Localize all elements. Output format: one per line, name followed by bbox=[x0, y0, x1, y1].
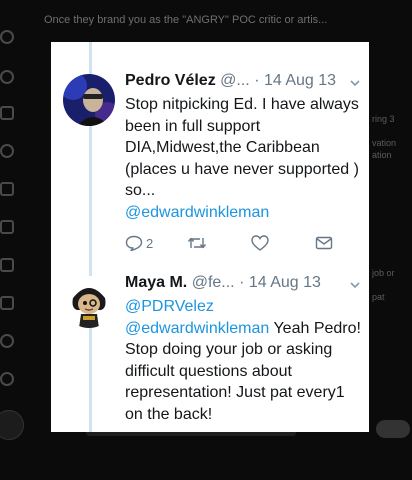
notifications-icon bbox=[0, 70, 14, 84]
grok-icon bbox=[0, 144, 14, 158]
tweet-date[interactable]: 14 Aug 13 bbox=[264, 72, 336, 89]
x-logo-icon bbox=[0, 258, 14, 272]
profile-icon bbox=[0, 334, 14, 348]
chevron-down-icon[interactable] bbox=[349, 74, 361, 87]
search-icon bbox=[0, 30, 14, 44]
background-snippet: ring 3 bbox=[372, 114, 395, 124]
retweet-icon bbox=[187, 235, 207, 251]
background-nav-rail bbox=[0, 0, 24, 480]
lightning-icon bbox=[0, 296, 14, 310]
author-name[interactable]: Maya M. bbox=[125, 274, 187, 291]
tweet-thread-card: Pedro Vélez @... · 14 Aug 13 Stop nitpic… bbox=[51, 42, 369, 432]
background-snippet: job or bbox=[372, 268, 395, 278]
avatar[interactable] bbox=[63, 74, 115, 126]
background-snippet: ation bbox=[372, 150, 392, 160]
like-button[interactable] bbox=[251, 233, 269, 253]
tweet-header: Maya M. @fe... · 14 Aug 13 bbox=[125, 272, 361, 294]
mention-link[interactable]: @edwardwinkleman bbox=[125, 320, 269, 337]
chevron-down-icon[interactable] bbox=[349, 276, 361, 289]
communities-icon bbox=[0, 220, 14, 234]
author-name[interactable]: Pedro Vélez bbox=[125, 72, 216, 89]
tweet-header: Pedro Vélez @... · 14 Aug 13 bbox=[125, 70, 361, 92]
retweet-button[interactable] bbox=[187, 233, 207, 253]
share-button[interactable] bbox=[315, 233, 333, 253]
tweet-text: @PDRVelez @edwardwinkleman Yeah Pedro! St… bbox=[125, 296, 361, 425]
background-snippet: vation bbox=[372, 138, 397, 148]
compose-button bbox=[0, 410, 24, 440]
background-tweet-text: Once they brand you as the "ANGRY" POC c… bbox=[44, 14, 328, 26]
mention-link[interactable]: @PDRVelez bbox=[125, 298, 214, 315]
separator: · bbox=[254, 72, 260, 89]
tweet-text: Stop nitpicking Ed. I have always been i… bbox=[125, 94, 361, 223]
mention-link[interactable]: @edwardwinkleman bbox=[125, 204, 269, 221]
tweet-date[interactable]: 14 Aug 13 bbox=[249, 274, 321, 291]
reply-count: 2 bbox=[146, 235, 154, 251]
avatar[interactable] bbox=[63, 276, 115, 328]
reply-button[interactable]: 2 bbox=[125, 233, 153, 253]
bookmark-icon bbox=[0, 182, 14, 196]
share-icon bbox=[315, 235, 333, 251]
tweet-pedro: Pedro Vélez @... · 14 Aug 13 Stop nitpic… bbox=[51, 70, 369, 280]
author-handle[interactable]: @fe... bbox=[192, 274, 235, 291]
tweet-actions: 2 bbox=[125, 233, 345, 253]
background-reply-button bbox=[376, 420, 410, 438]
separator: · bbox=[239, 274, 245, 291]
like-icon bbox=[251, 235, 269, 251]
tweet-text-content: Stop nitpicking Ed. I have always been i… bbox=[125, 96, 359, 199]
tweet-maya: Maya M. @fe... · 14 Aug 13 @PDRVelez @edw… bbox=[51, 272, 369, 432]
more-icon bbox=[0, 372, 14, 386]
messages-icon bbox=[0, 106, 14, 120]
author-handle[interactable]: @... bbox=[220, 72, 250, 89]
background-snippet: pat bbox=[372, 292, 385, 302]
reply-icon bbox=[125, 235, 143, 251]
